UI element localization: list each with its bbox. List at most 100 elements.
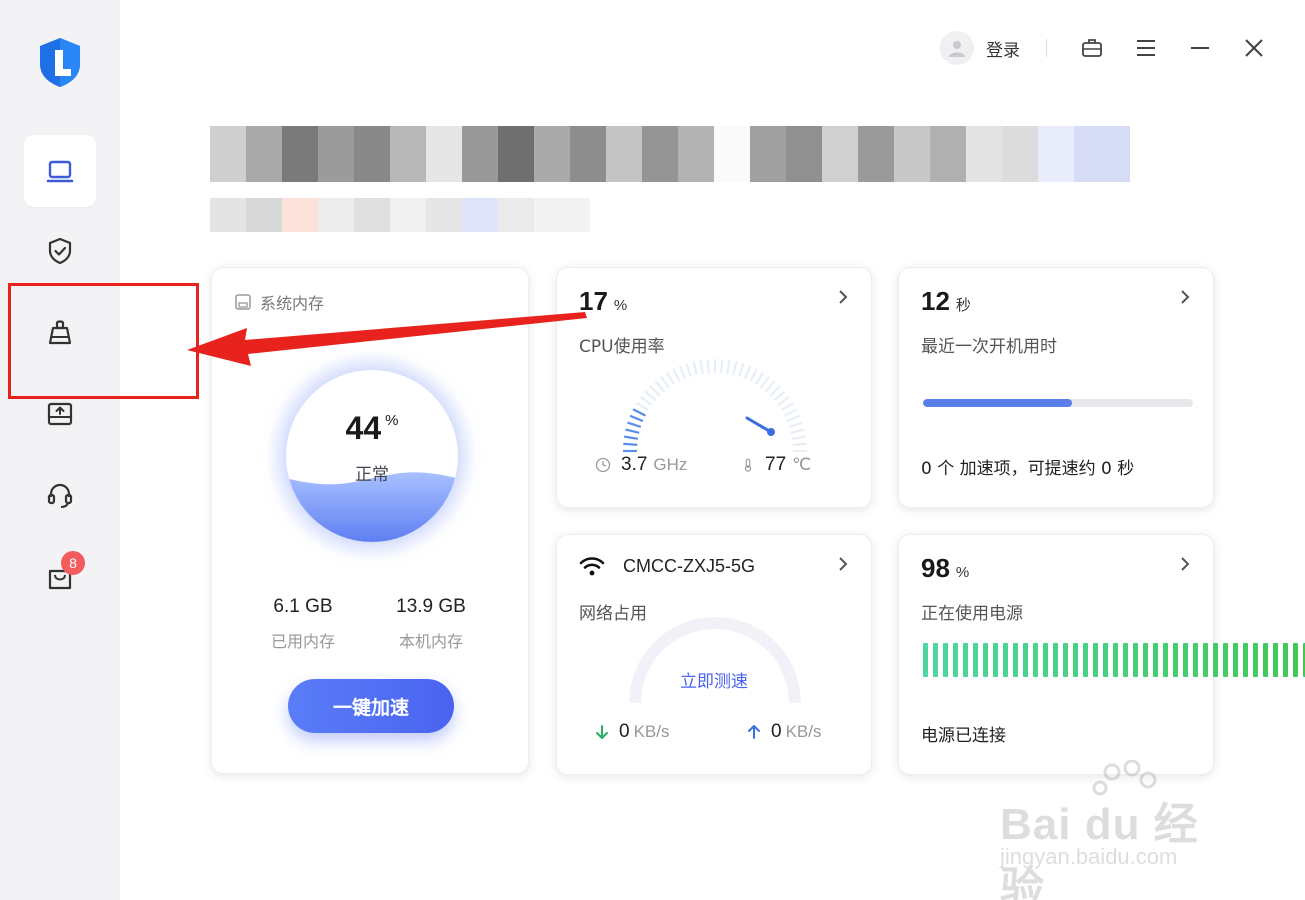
menu-icon[interactable] — [1135, 37, 1157, 59]
battery-bar — [923, 643, 928, 677]
gauge-tick — [790, 428, 805, 434]
gauge-tick — [732, 361, 738, 376]
gauge-tick — [665, 371, 676, 386]
gauge-tick — [623, 435, 639, 440]
sidebar-item-security[interactable] — [24, 215, 96, 287]
gauge-tick — [627, 421, 642, 428]
boost-button[interactable]: 一键加速 — [288, 679, 454, 733]
cpu-frequency: 3.7 GHz — [595, 454, 687, 476]
gauge-tick — [629, 414, 644, 423]
sidebar-item-support[interactable] — [24, 459, 96, 531]
network-card[interactable]: CMCC-ZXJ5-5G 网络占用 立即测速 0 KB/s 0 KB/s — [556, 534, 872, 775]
boot-time: 12 秒 — [921, 286, 971, 317]
battery-bar — [933, 643, 938, 677]
wifi-ssid: CMCC-ZXJ5-5G — [623, 555, 756, 576]
memory-percent-value: 44 — [345, 410, 382, 446]
gauge-tick — [726, 359, 731, 375]
obscured-device-name — [210, 126, 1130, 182]
memory-total-value: 13.9 GB — [396, 596, 466, 617]
upload-speed: 0 KB/s — [747, 721, 821, 743]
sidebar-item-computer[interactable] — [24, 135, 96, 207]
arrow-down-icon — [596, 725, 608, 739]
boot-time-card[interactable]: 12 秒 最近一次开机用时 0 个 加速项，可提速约 0 秒 — [898, 267, 1214, 508]
gauge-tick — [764, 380, 776, 393]
gauge-tick — [749, 368, 758, 383]
annotation-arrow — [187, 312, 587, 366]
battery-bar — [1113, 643, 1118, 677]
gauge-tick — [660, 375, 671, 389]
divider — [1046, 39, 1047, 57]
disk-upload-icon — [47, 402, 73, 426]
battery-bar — [943, 643, 948, 677]
sidebar-item-store[interactable]: 8 — [24, 540, 96, 612]
cpu-gauge — [623, 359, 807, 453]
memory-total-label: 本机内存 — [398, 632, 463, 651]
battery-bar — [973, 643, 978, 677]
gauge-tick — [754, 371, 765, 386]
gauge-hub — [767, 428, 775, 436]
download-speed-unit: KB/s — [633, 722, 670, 741]
gauge-tick — [743, 365, 752, 380]
chevron-right-icon[interactable] — [1177, 555, 1193, 573]
gauge-tick — [672, 368, 681, 383]
boot-accelerate-note: 0 个 加速项，可提速约 0 秒 — [921, 459, 1135, 479]
avatar-icon[interactable] — [940, 31, 974, 65]
arrow-up-icon — [748, 725, 760, 739]
gauge-needle — [745, 416, 773, 434]
cpu-card[interactable]: 17% CPU使用率 3.7 GHz 77 ℃ — [556, 267, 872, 508]
battery-bar — [1043, 643, 1048, 677]
watermark: Bai du 经验 jingyan.baidu.com — [1000, 760, 1240, 900]
upload-speed-unit: KB/s — [785, 722, 822, 741]
gauge-tick — [759, 375, 770, 389]
shield-check-icon — [48, 237, 72, 265]
battery-bar — [1203, 643, 1208, 677]
speed-test-link[interactable]: 立即测速 — [557, 667, 871, 692]
minimize-icon[interactable] — [1189, 37, 1211, 59]
power-card[interactable]: 98% 正在使用电源 电源已连接 — [898, 534, 1305, 775]
boot-time-value: 12 — [921, 286, 950, 316]
boot-progress-bar — [923, 399, 1193, 407]
cpu-temperature: 77 ℃ — [741, 454, 811, 476]
notification-badge: 8 — [61, 551, 85, 575]
power-status: 电源已连接 — [921, 726, 1006, 746]
gauge-tick — [632, 408, 647, 417]
battery-bar — [1183, 643, 1188, 677]
chevron-right-icon[interactable] — [1177, 288, 1193, 306]
cpu-temperature-unit: ℃ — [792, 455, 812, 474]
battery-bar — [1243, 643, 1248, 677]
gauge-tick — [706, 359, 710, 374]
memory-used-label: 已用内存 — [270, 632, 335, 651]
battery-level-bars — [923, 643, 1305, 677]
battery-bar — [1093, 643, 1098, 677]
upload-speed-value: 0 — [771, 721, 782, 742]
gauge-tick — [654, 380, 666, 393]
battery-bar — [1153, 643, 1158, 677]
chevron-right-icon[interactable] — [835, 288, 851, 306]
gauge-tick — [783, 408, 798, 417]
download-speed: 0 KB/s — [595, 721, 669, 743]
cpu-frequency-value: 3.7 — [621, 454, 648, 475]
gauge-tick — [738, 363, 745, 378]
battery-bar — [1073, 643, 1078, 677]
battery-bar — [1283, 643, 1288, 677]
gauge-tick — [625, 428, 640, 434]
headset-icon — [47, 483, 73, 508]
close-icon[interactable] — [1243, 37, 1265, 59]
chevron-right-icon[interactable] — [835, 555, 851, 573]
boot-time-label: 最近一次开机用时 — [921, 337, 1057, 357]
gauge-tick — [720, 359, 724, 374]
battery-bar — [983, 643, 988, 677]
gauge-tick — [644, 390, 657, 402]
battery-bar — [1233, 643, 1238, 677]
gauge-tick — [692, 361, 698, 376]
wifi-header: CMCC-ZXJ5-5G — [579, 555, 755, 577]
battery-bar — [1063, 643, 1068, 677]
gauge-tick — [780, 401, 795, 412]
battery-bar — [1013, 643, 1018, 677]
gauge-tick — [786, 414, 801, 423]
login-link[interactable]: 登录 — [986, 36, 1020, 61]
clock-icon — [595, 457, 611, 473]
toolbox-icon[interactable] — [1081, 37, 1103, 59]
obscured-device-info — [210, 198, 590, 232]
battery-bar — [1103, 643, 1108, 677]
